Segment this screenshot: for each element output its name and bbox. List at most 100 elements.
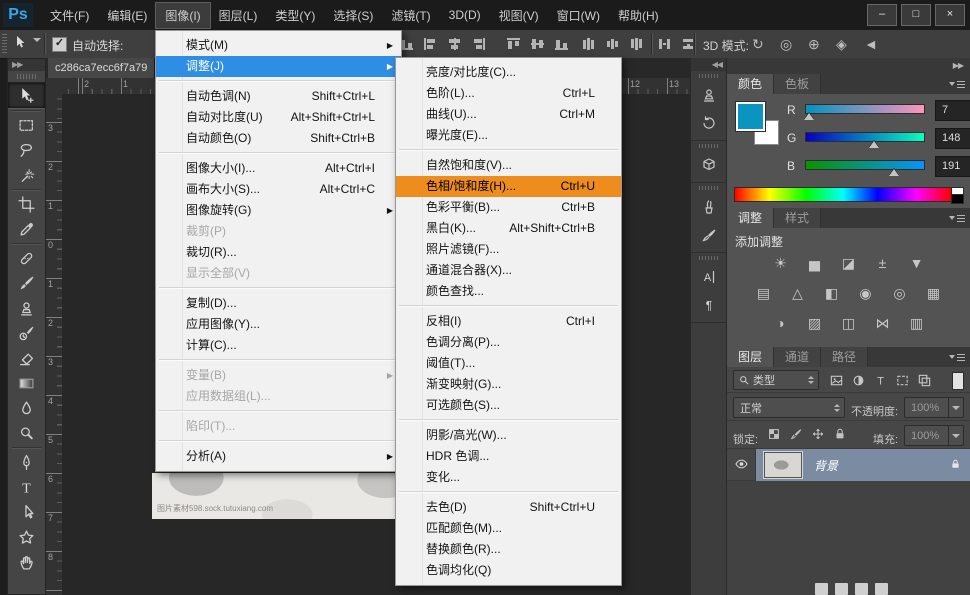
layer-thumbnail[interactable] — [764, 452, 802, 478]
image-menu-item-19[interactable]: 应用数据组(L)... — [156, 386, 401, 407]
slider-thumb-icon[interactable] — [889, 169, 899, 176]
layers-tab-通道[interactable]: 通道 — [774, 347, 821, 367]
tool-clone-stamp[interactable] — [8, 296, 45, 321]
adjust-submenu-item-20[interactable]: HDR 色调... — [396, 446, 621, 467]
color-balance-icon[interactable]: △ — [785, 284, 811, 303]
pan-icon[interactable]: ⊕ — [808, 35, 820, 53]
dist-top-icon[interactable] — [582, 38, 595, 50]
dist-vspace-icon[interactable] — [682, 38, 695, 50]
lock-all-icon[interactable] — [831, 425, 849, 443]
tool-lasso[interactable] — [8, 138, 45, 163]
image-menu-item-14[interactable]: 复制(D)... — [156, 293, 401, 314]
menubar-item-l[interactable]: 图层(L) — [210, 3, 267, 28]
slider-thumb-icon[interactable] — [804, 113, 814, 120]
image-menu-item-10[interactable]: 裁剪(P) — [156, 221, 401, 242]
adjust-submenu-item-26[interactable]: 色调均化(Q) — [396, 560, 621, 581]
adjustments-tab-调整[interactable]: 调整 — [727, 208, 774, 228]
image-menu-item-3[interactable]: 自动色调(N)Shift+Ctrl+L — [156, 86, 401, 107]
tool-custom-shape[interactable] — [8, 525, 45, 550]
selective-color-icon[interactable]: ▥ — [904, 314, 930, 333]
exposure-icon[interactable]: ± — [870, 254, 896, 273]
brush-presets-icon[interactable] — [691, 193, 726, 221]
menubar-item-dd[interactable]: 3D(D) — [440, 4, 490, 26]
menubar-item-v[interactable]: 视图(V) — [490, 3, 548, 28]
orbit-icon[interactable]: ↻ — [752, 35, 764, 53]
adjust-submenu-item-25[interactable]: 替换颜色(R)... — [396, 539, 621, 560]
adjust-submenu-item-2[interactable]: 曲线(U)...Ctrl+M — [396, 104, 621, 125]
adjust-submenu-item-5[interactable]: 自然饱和度(V)... — [396, 155, 621, 176]
lock-transparent-icon[interactable] — [765, 425, 783, 443]
tool-gradient[interactable] — [8, 371, 45, 396]
tool-pen[interactable] — [8, 450, 45, 475]
move-tool-preset-icon[interactable] — [13, 35, 33, 53]
tool-history-brush[interactable] — [8, 321, 45, 346]
image-menu-item-15[interactable]: 应用图像(Y)... — [156, 314, 401, 335]
image-menu-item-9[interactable]: 图像旋转(G)▶ — [156, 200, 401, 221]
adjust-submenu-item-8[interactable]: 黑白(K)...Alt+Shift+Ctrl+B — [396, 218, 621, 239]
tool-type[interactable]: T — [8, 475, 45, 500]
layer-panel-bottom-icon[interactable] — [815, 583, 828, 595]
slide-icon[interactable]: ◈ — [836, 35, 847, 53]
document-tab[interactable]: c286ca7ecc6f7a79 — [48, 58, 155, 78]
zoom-camera-icon[interactable]: ◄ — [864, 35, 878, 53]
channel-value-b[interactable]: 191 — [935, 156, 970, 177]
photo-filter-icon[interactable]: ◉ — [853, 284, 879, 303]
pixel-filter-icon[interactable] — [826, 370, 846, 390]
lock-paint-icon[interactable] — [787, 425, 805, 443]
color-spectrum-ramp[interactable] — [734, 187, 952, 202]
smart-object-filter-icon[interactable] — [914, 370, 934, 390]
ruler-corner[interactable] — [46, 78, 63, 95]
menubar-item-i[interactable]: 图像(I) — [156, 3, 209, 28]
adjust-submenu-item-17[interactable]: 可选颜色(S)... — [396, 395, 621, 416]
dist-bottom-icon[interactable] — [630, 38, 643, 50]
layer-panel-bottom-icon[interactable] — [875, 583, 888, 595]
black-white-icon[interactable]: ◧ — [819, 284, 845, 303]
dock-grip[interactable] — [699, 144, 718, 148]
tool-blur[interactable] — [8, 396, 45, 421]
align-left-icon[interactable] — [424, 38, 437, 50]
vibrance-icon[interactable]: ▼ — [904, 254, 930, 273]
image-menu-item-21[interactable]: 陷印(T)... — [156, 416, 401, 437]
channel-value-r[interactable]: 7 — [935, 100, 970, 121]
curves-icon[interactable]: ◪ — [836, 254, 862, 273]
maximize-button[interactable]: □ — [901, 4, 931, 26]
dock-grip[interactable] — [699, 186, 718, 190]
image-menu-item-1[interactable]: 调整(J)▶ — [156, 56, 401, 77]
image-menu-item-23[interactable]: 分析(A)▶ — [156, 446, 401, 467]
panel-menu-icon[interactable] — [949, 214, 965, 223]
adjust-submenu-item-9[interactable]: 照片滤镜(F)... — [396, 239, 621, 260]
image-menu-item-5[interactable]: 自动颜色(O)Shift+Ctrl+B — [156, 128, 401, 149]
properties-3d-icon[interactable] — [691, 151, 726, 179]
tool-eyedropper[interactable] — [8, 217, 45, 242]
menubar-item-h[interactable]: 帮助(H) — [609, 3, 668, 28]
document-image[interactable]: 图片素材598.sock.tutuxiang.com — [152, 473, 398, 519]
image-menu-item-8[interactable]: 画布大小(S)...Alt+Ctrl+C — [156, 179, 401, 200]
image-menu-item-11[interactable]: 裁切(R)... — [156, 242, 401, 263]
dock-grip[interactable] — [699, 256, 718, 260]
clone-source-icon[interactable] — [691, 81, 726, 109]
adjust-submenu-item-6[interactable]: 色相/饱和度(H)...Ctrl+U — [396, 176, 621, 197]
dock-expand-icon[interactable]: ◀◀ — [691, 58, 726, 71]
tool-path-select[interactable] — [8, 500, 45, 525]
menubar-item-t[interactable]: 滤镜(T) — [382, 3, 439, 28]
character-icon[interactable]: A — [691, 263, 726, 291]
align-hcenter-icon[interactable] — [448, 38, 461, 50]
channel-mixer-icon[interactable]: ◎ — [887, 284, 913, 303]
menubar-item-y[interactable]: 类型(Y) — [266, 3, 324, 28]
image-menu-item-4[interactable]: 自动对比度(U)Alt+Shift+Ctrl+L — [156, 107, 401, 128]
posterize-icon[interactable]: ▨ — [802, 314, 828, 333]
adjustment-filter-icon[interactable] — [848, 370, 868, 390]
adjust-submenu-item-0[interactable]: 亮度/对比度(C)... — [396, 62, 621, 83]
layer-filter-type-select[interactable]: 类型 — [733, 370, 819, 390]
menubar-item-w[interactable]: 窗口(W) — [548, 3, 609, 28]
adjustments-tab-样式[interactable]: 样式 — [774, 208, 821, 228]
adjust-submenu-item-11[interactable]: 颜色查找... — [396, 281, 621, 302]
foreground-color-swatch[interactable] — [736, 102, 765, 131]
history-icon[interactable] — [691, 109, 726, 137]
tools-grip[interactable] — [17, 74, 36, 79]
blend-mode-select[interactable]: 正常 — [733, 397, 845, 418]
adjust-submenu-item-7[interactable]: 色彩平衡(B)...Ctrl+B — [396, 197, 621, 218]
invert-icon[interactable]: ◑ — [768, 314, 794, 333]
dist-vcenter-icon[interactable] — [606, 38, 619, 50]
options-bar-grip[interactable] — [2, 34, 7, 54]
